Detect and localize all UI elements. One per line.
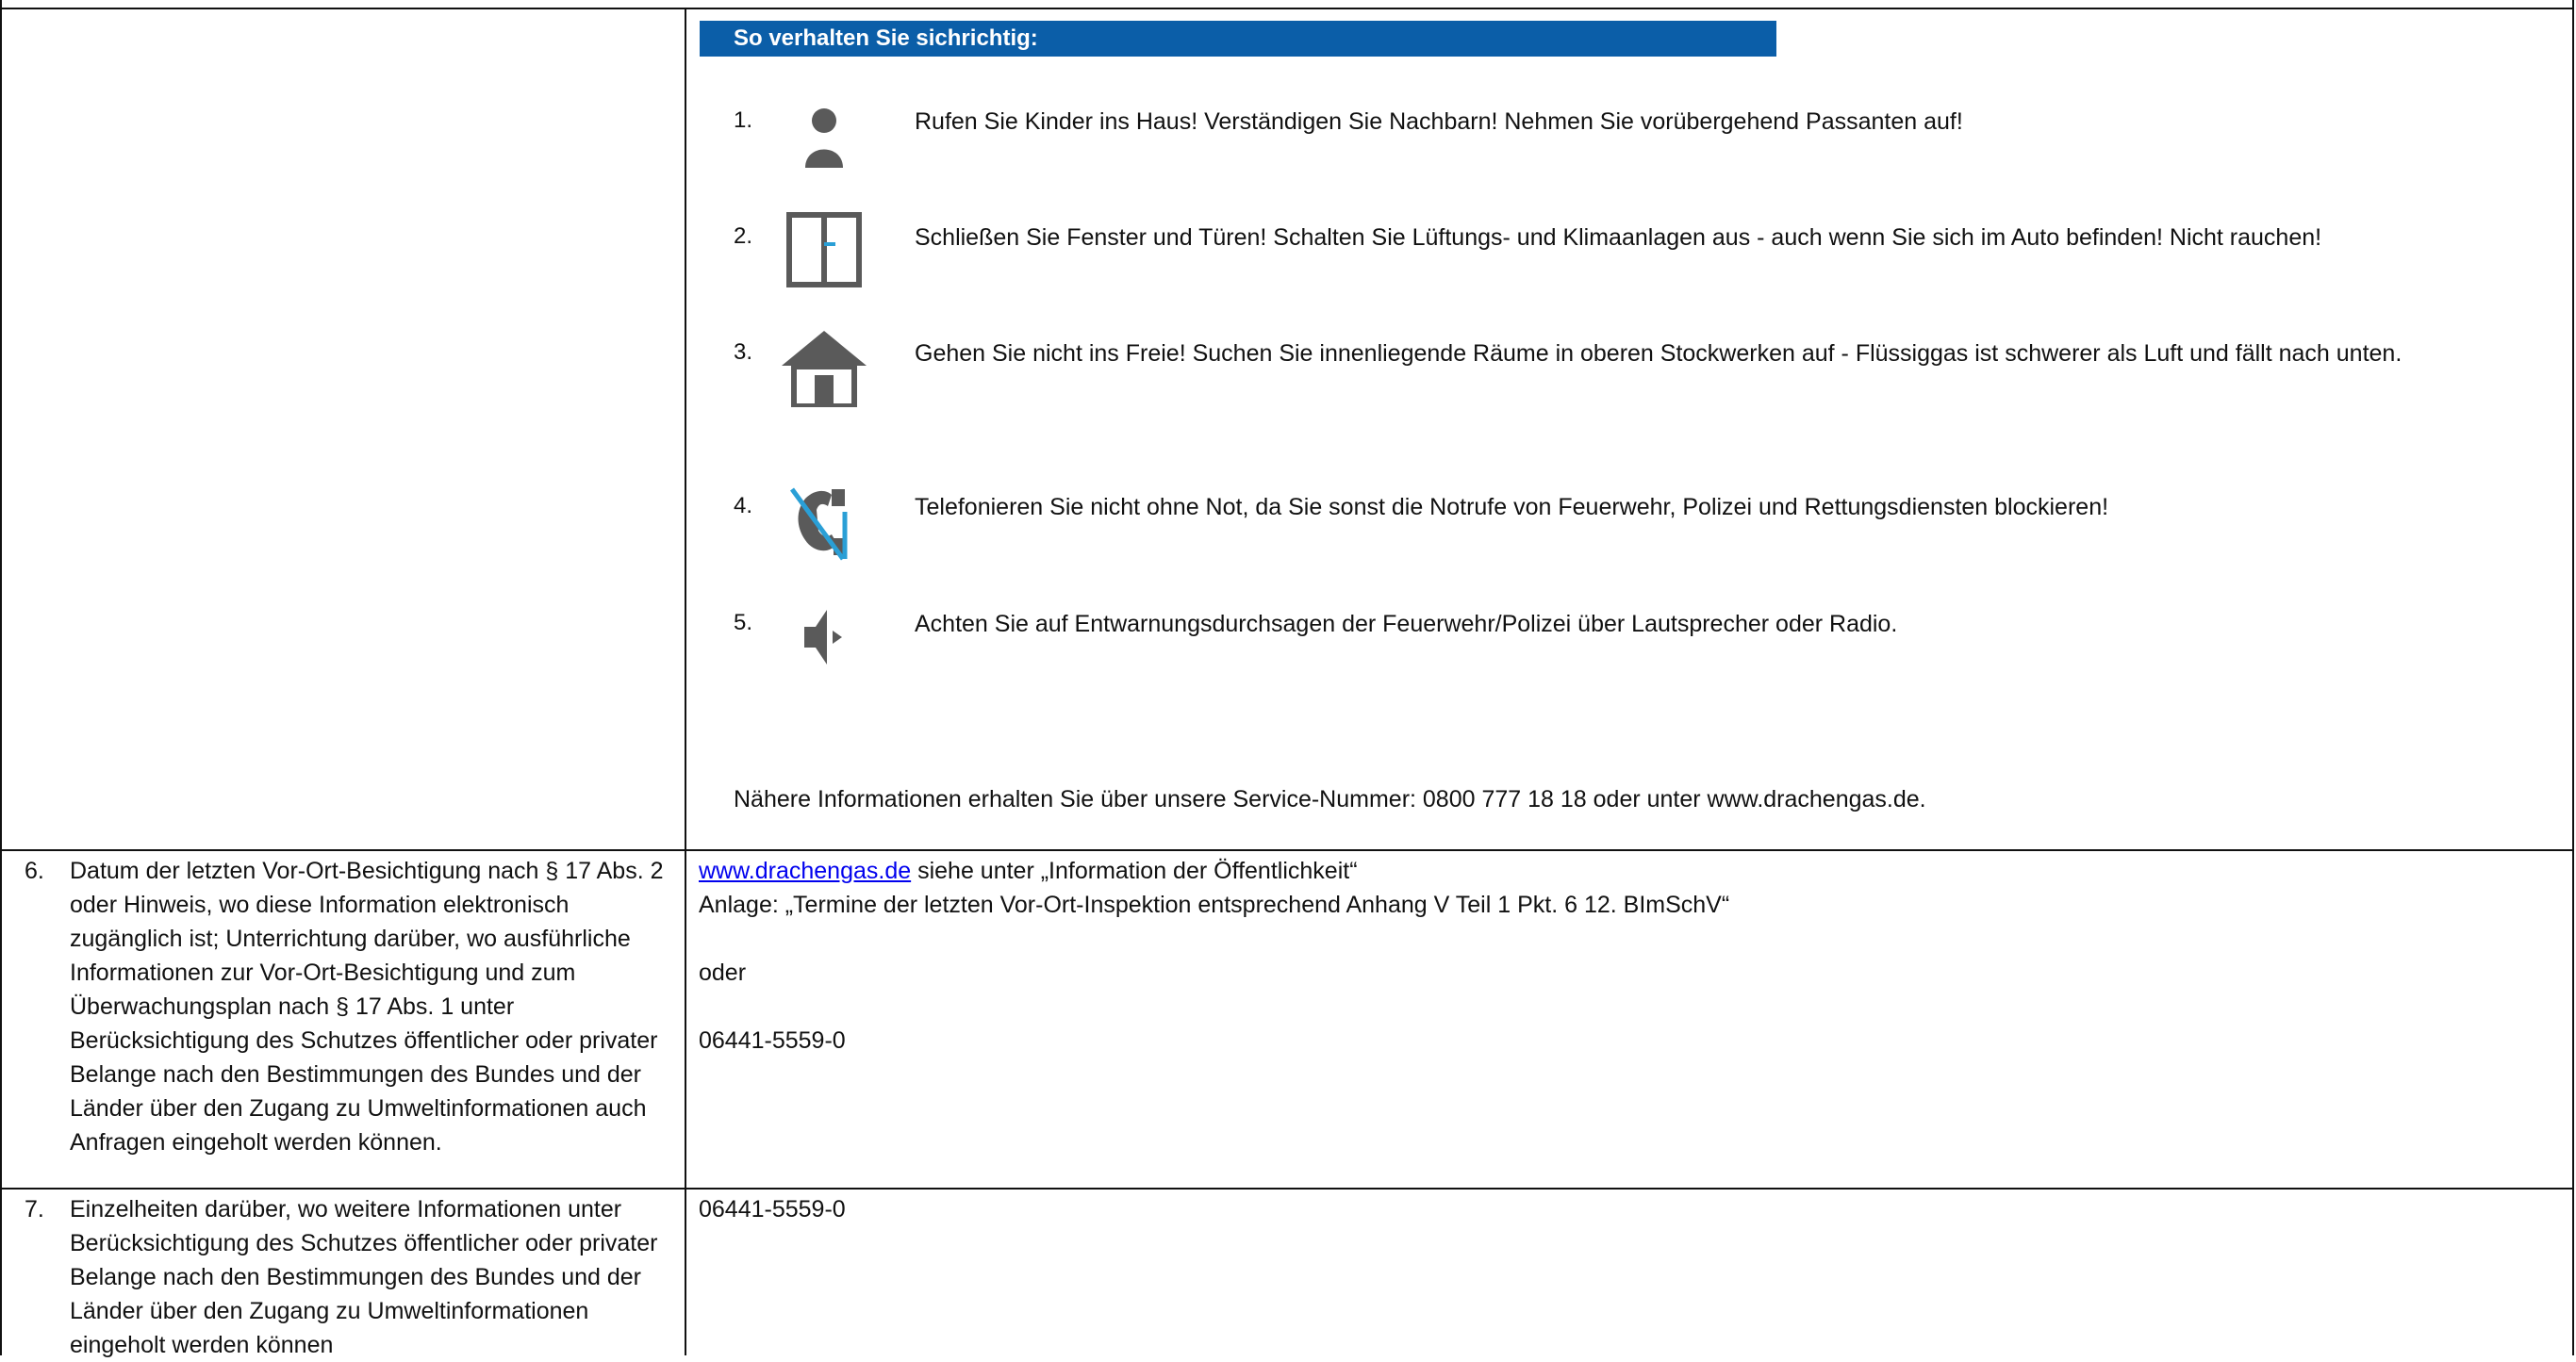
house-icon xyxy=(777,328,871,409)
document-page: So verhalten Sie sichrichtig: 1. Rufen S… xyxy=(0,0,2576,1358)
row-divider-5-6 xyxy=(0,849,2574,851)
step-text: Rufen Sie Kinder ins Haus! Verständigen … xyxy=(915,108,1963,135)
column-divider xyxy=(685,8,686,1355)
window-icon xyxy=(777,212,871,287)
row-7-value-cell: 06441-5559-0 xyxy=(699,1192,2547,1226)
step-number: 3. xyxy=(734,339,753,365)
value-line: oder xyxy=(699,960,747,986)
table-border-right xyxy=(2572,0,2574,1355)
step-text: Telefonieren Sie nicht ohne Not, da Sie … xyxy=(915,494,2109,520)
step-number: 5. xyxy=(734,610,753,635)
list-item: 5. Achten Sie auf Entwarnungsdurchsagen … xyxy=(700,606,2548,681)
person-icon xyxy=(777,106,871,170)
row-divider-6-7 xyxy=(0,1188,2574,1190)
row-7-label-cell: 7. Einzelheiten darüber, wo weitere Info… xyxy=(25,1192,675,1358)
step-text: Gehen Sie nicht ins Freie! Suchen Sie in… xyxy=(915,340,2403,367)
step-text: Achten Sie auf Entwarnungsdurchsagen der… xyxy=(915,611,1898,637)
no-phone-icon xyxy=(777,485,871,561)
row-label: Einzelheiten darüber, wo weitere Informa… xyxy=(70,1196,658,1358)
table-border-left xyxy=(0,0,2,1355)
value-line: Anlage: „Termine der letzten Vor-Ort-Ins… xyxy=(699,892,1730,918)
service-info-text: Nähere Informationen erhalten Sie über u… xyxy=(734,786,1926,812)
list-item: 2. Schließen Sie Fenster und Türen! Scha… xyxy=(700,212,2548,304)
step-number: 2. xyxy=(734,223,753,249)
speaker-icon xyxy=(777,604,871,670)
row-number: 6. xyxy=(25,858,44,884)
list-item: 4. Telefonieren Sie nicht ohne Not, da S… xyxy=(700,487,2548,574)
list-item: 1. Rufen Sie Kinder ins Haus! Verständig… xyxy=(700,104,2548,179)
phone-number: 06441-5559-0 xyxy=(699,1196,846,1223)
step-number: 1. xyxy=(734,107,753,133)
link-suffix-text: siehe unter „Information der Öffentlichk… xyxy=(911,858,1358,884)
website-link[interactable]: www.drachengas.de xyxy=(699,858,911,884)
list-item: 3. Gehen Sie nicht ins Freie! Suchen Sie… xyxy=(700,331,2548,430)
value-line: www.drachengas.de siehe unter „Informati… xyxy=(699,854,2547,888)
row-number: 7. xyxy=(25,1196,44,1223)
phone-number: 06441-5559-0 xyxy=(699,1027,846,1054)
table-border-top xyxy=(0,8,2574,9)
row-label: Datum der letzten Vor-Ort-Besichtigung n… xyxy=(70,858,664,1156)
row-6-label-cell: 6. Datum der letzten Vor-Ort-Besichtigun… xyxy=(25,854,675,1184)
step-number: 4. xyxy=(734,493,753,518)
row-6-value-cell: www.drachengas.de siehe unter „Informati… xyxy=(699,854,2547,1058)
instructions-banner: So verhalten Sie sichrichtig: xyxy=(700,21,1776,57)
step-text: Schließen Sie Fenster und Türen! Schalte… xyxy=(915,224,2322,251)
